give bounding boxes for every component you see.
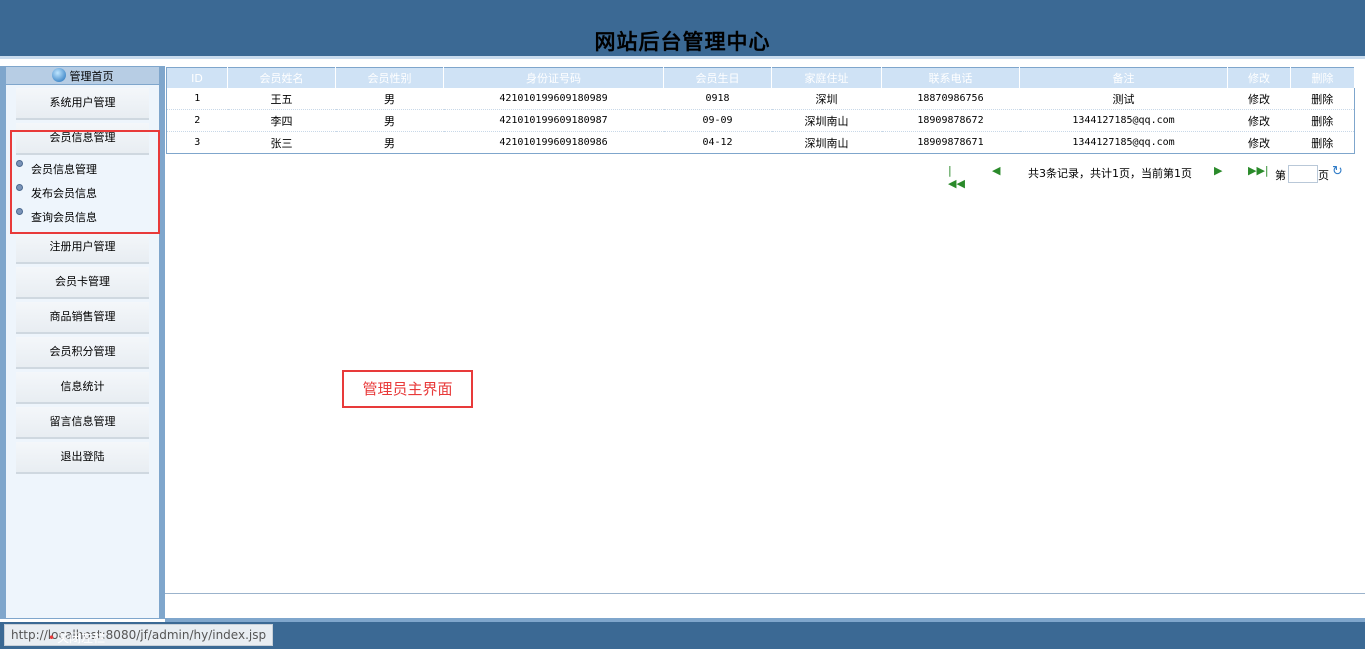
column-header: 身份证号码 bbox=[443, 67, 664, 88]
edit-link[interactable]: 修改 bbox=[1227, 131, 1291, 154]
cell-phone: 18909878672 bbox=[881, 109, 1020, 132]
cell-gender: 男 bbox=[335, 131, 444, 154]
table-row: 2 李四 男 421010199609180987 09-09 深圳南山 189… bbox=[166, 109, 1355, 132]
first-page-icon[interactable]: |◀◀ bbox=[948, 164, 965, 190]
header-bar: 网站后台管理中心 bbox=[0, 0, 1365, 59]
status-url: http://localhost:8080/jf/admin/hy/index.… bbox=[4, 624, 274, 646]
cell-phone: 18870986756 bbox=[881, 88, 1020, 110]
close-left-label: 关闭左栏 bbox=[57, 631, 106, 645]
cell-name: 王五 bbox=[227, 88, 336, 110]
member-table: ID 会员姓名 会员性别 身份证号码 会员生日 家庭住址 联系电话 备注 修改 … bbox=[166, 67, 1355, 154]
globe-icon bbox=[51, 68, 66, 82]
page-number-input[interactable] bbox=[1288, 165, 1318, 183]
cell-name: 张三 bbox=[227, 131, 336, 154]
cell-birthday: 0918 bbox=[663, 88, 772, 110]
delete-link[interactable]: 删除 bbox=[1290, 131, 1355, 154]
delete-link[interactable]: 删除 bbox=[1290, 88, 1355, 110]
cell-gender: 男 bbox=[335, 109, 444, 132]
cell-id: 3 bbox=[166, 131, 228, 154]
cell-address: 深圳 bbox=[771, 88, 882, 110]
sidebar-item-logout[interactable]: 退出登陆 bbox=[16, 442, 149, 474]
sidebar-home[interactable]: 管理首页 bbox=[6, 67, 159, 84]
pager-summary: 共3条记录，共计1页，当前第1页 bbox=[1028, 167, 1192, 180]
prev-page-icon[interactable]: ◀ bbox=[992, 164, 1000, 177]
close-icon: • bbox=[48, 631, 56, 645]
column-header: 修改 bbox=[1227, 67, 1291, 88]
table-header-row: ID 会员姓名 会员性别 身份证号码 会员生日 家庭住址 联系电话 备注 修改 … bbox=[166, 67, 1355, 88]
highlight-box-submenu bbox=[10, 130, 160, 234]
column-header: 家庭住址 bbox=[771, 67, 882, 88]
column-header: ID bbox=[166, 67, 228, 88]
column-header: 会员姓名 bbox=[227, 67, 336, 88]
sidebar-item-member-card[interactable]: 会员卡管理 bbox=[16, 267, 149, 299]
sidebar-item-points[interactable]: 会员积分管理 bbox=[16, 337, 149, 369]
edit-link[interactable]: 修改 bbox=[1227, 109, 1291, 132]
cell-address: 深圳南山 bbox=[771, 109, 882, 132]
edit-link[interactable]: 修改 bbox=[1227, 88, 1291, 110]
cell-id: 1 bbox=[166, 88, 228, 110]
delete-link[interactable]: 删除 bbox=[1290, 109, 1355, 132]
next-page-icon[interactable]: ▶ bbox=[1214, 164, 1222, 177]
cell-phone: 18909878671 bbox=[881, 131, 1020, 154]
cell-birthday: 04-12 bbox=[663, 131, 772, 154]
sidebar-item-registered-users[interactable]: 注册用户管理 bbox=[16, 232, 149, 264]
close-left-panel[interactable]: • 关闭左栏 bbox=[48, 629, 105, 646]
table-row: 3 张三 男 421010199609180986 04-12 深圳南山 189… bbox=[166, 131, 1355, 154]
go-refresh-icon[interactable]: ↻ bbox=[1332, 164, 1346, 179]
cell-address: 深圳南山 bbox=[771, 131, 882, 154]
cell-name: 李四 bbox=[227, 109, 336, 132]
column-header: 会员性别 bbox=[335, 67, 444, 88]
column-header: 备注 bbox=[1019, 67, 1228, 88]
pager-page-suffix: 页 bbox=[1318, 169, 1329, 182]
cell-id-number: 421010199609180986 bbox=[443, 131, 664, 154]
header-divider bbox=[0, 59, 1365, 67]
column-header: 会员生日 bbox=[663, 67, 772, 88]
column-header: 删除 bbox=[1290, 67, 1355, 88]
cell-gender: 男 bbox=[335, 88, 444, 110]
last-page-icon[interactable]: ▶▶| bbox=[1248, 164, 1269, 177]
table-row: 1 王五 男 421010199609180989 0918 深圳 188709… bbox=[166, 88, 1355, 110]
pager-page-prefix: 第 bbox=[1275, 169, 1286, 182]
cell-id-number: 421010199609180989 bbox=[443, 88, 664, 110]
sidebar-item-statistics[interactable]: 信息统计 bbox=[16, 372, 149, 404]
cell-birthday: 09-09 bbox=[663, 109, 772, 132]
sidebar-item-sales[interactable]: 商品销售管理 bbox=[16, 302, 149, 334]
sidebar-item-system-users[interactable]: 系统用户管理 bbox=[16, 88, 149, 120]
sidebar-home-label: 管理首页 bbox=[69, 70, 114, 83]
page-title: 网站后台管理中心 bbox=[594, 29, 771, 54]
column-header: 联系电话 bbox=[881, 67, 1020, 88]
cell-note: 1344127185@qq.com bbox=[1019, 109, 1228, 132]
cell-id: 2 bbox=[166, 109, 228, 132]
content-divider bbox=[165, 593, 1365, 594]
cell-note: 1344127185@qq.com bbox=[1019, 131, 1228, 154]
sidebar-item-messages[interactable]: 留言信息管理 bbox=[16, 407, 149, 439]
annotation-label: 管理员主界面 bbox=[342, 370, 473, 408]
cell-note: 测试 bbox=[1019, 88, 1228, 110]
cell-id-number: 421010199609180987 bbox=[443, 109, 664, 132]
